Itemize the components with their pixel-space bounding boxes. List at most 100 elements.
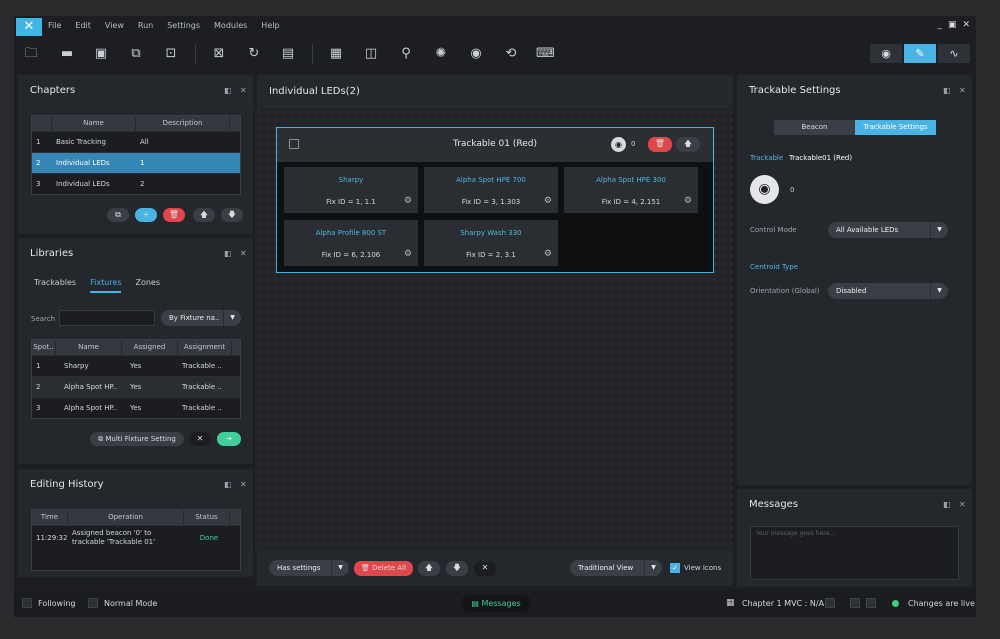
normal-mode-checkbox[interactable] [88, 598, 98, 608]
reset-icon[interactable]: ↻ [245, 45, 263, 63]
undock-icon[interactable]: ◧ [943, 500, 951, 509]
move-up-icon[interactable]: 🡅 [676, 137, 700, 152]
status-toggle[interactable] [850, 598, 860, 608]
tab-fixtures[interactable]: Fixtures [90, 278, 122, 293]
search-input[interactable] [59, 310, 155, 326]
tracking-settings-icon[interactable]: ✺ [432, 45, 450, 63]
view-mode-eye-icon[interactable]: ◉ [870, 44, 902, 63]
wireless-icon[interactable]: ◉ [467, 45, 485, 63]
beacon-file-icon[interactable]: ▤ [279, 45, 297, 63]
move-up-icon[interactable]: 🡅 [193, 208, 215, 222]
minimize-button[interactable]: _ [937, 20, 942, 30]
close-panel-icon[interactable]: ✕ [959, 86, 966, 95]
view-dropdown[interactable]: Traditional View ▼ [570, 560, 662, 576]
canvas-area[interactable]: Trackable 01 (Red) ◉ 0 🗑 🡅 Sharpy Fix ID… [255, 108, 733, 551]
menu-settings[interactable]: Settings [167, 21, 200, 30]
add-chapter-icon[interactable]: + [135, 208, 157, 222]
menu-help[interactable]: Help [261, 21, 279, 30]
fixture-card[interactable]: Sharpy Wash 330 Fix ID = 2, 3.1 ⚙ [424, 220, 558, 266]
apply-arrow-icon[interactable]: ➜ [217, 432, 241, 446]
clear-icon[interactable]: ✕ [474, 561, 496, 576]
edit-mode-pencil-icon[interactable]: ✎ [904, 44, 936, 63]
close-panel-icon[interactable]: ✕ [240, 480, 247, 489]
column-name[interactable]: Name [52, 116, 136, 131]
gear-icon[interactable]: ⚙ [684, 196, 692, 206]
table-row[interactable]: 11:29:32 Assigned beacon '0' to trackabl… [32, 525, 240, 549]
layers-icon[interactable]: ◫ [362, 45, 380, 63]
move-up-icon[interactable]: 🡅 [418, 561, 440, 576]
column-description[interactable]: Description [136, 116, 230, 131]
tab-beacon[interactable]: Beacon [774, 120, 855, 135]
close-project-icon[interactable]: ⊠ [210, 45, 228, 63]
app-logo-icon[interactable]: ✕ [16, 18, 42, 36]
move-down-icon[interactable]: 🡇 [221, 208, 243, 222]
sync-icon[interactable]: ⟲ [502, 45, 520, 63]
delete-chapter-icon[interactable]: 🗑 [163, 208, 185, 222]
status-toggle[interactable] [866, 598, 876, 608]
sort-dropdown[interactable]: By Fixture na.. ▼ [161, 310, 241, 326]
column-name[interactable]: Name [56, 340, 122, 355]
gear-icon[interactable]: ⚙ [404, 196, 412, 206]
table-row[interactable]: 2 Alpha Spot HP.. Yes Trackable .. [32, 376, 240, 397]
undock-icon[interactable]: ◧ [224, 86, 232, 95]
table-row[interactable]: 1 Basic Tracking All [32, 131, 240, 152]
undock-icon[interactable]: ◧ [224, 249, 232, 258]
maximize-button[interactable]: ▣ [948, 20, 957, 30]
menu-run[interactable]: Run [138, 21, 153, 30]
message-input[interactable]: Your message goes here... [750, 526, 959, 580]
tab-zones[interactable]: Zones [135, 278, 160, 293]
column-status[interactable]: Status [184, 510, 230, 525]
menu-view[interactable]: View [105, 21, 124, 30]
undock-icon[interactable]: ◧ [224, 480, 232, 489]
messages-button[interactable]: ▤ Messages [461, 595, 531, 612]
control-mode-dropdown[interactable]: All Available LEDs ▼ [828, 222, 948, 238]
close-panel-icon[interactable]: ✕ [959, 500, 966, 509]
column-assigned[interactable]: Assigned [122, 340, 178, 355]
status-toggle[interactable] [825, 598, 835, 608]
menu-edit[interactable]: Edit [75, 21, 91, 30]
open-folder-icon[interactable]: ▬ [58, 45, 76, 63]
move-down-icon[interactable]: 🡇 [446, 561, 468, 576]
delete-trackable-icon[interactable]: 🗑 [648, 137, 672, 152]
trackable-card[interactable]: Trackable 01 (Red) ◉ 0 🗑 🡅 Sharpy Fix ID… [276, 127, 714, 273]
column-assignment[interactable]: Assignment [178, 340, 232, 355]
grid-icon[interactable]: ▦ [327, 45, 345, 63]
tab-trackable-settings[interactable]: Trackable Settings [855, 120, 936, 135]
following-checkbox[interactable] [22, 598, 32, 608]
export-icon[interactable]: ⊡ [162, 45, 180, 63]
orientation-dropdown[interactable]: Disabled ▼ [828, 283, 948, 299]
save-icon[interactable]: ▣ [92, 45, 110, 63]
console-icon[interactable]: ⌨ [536, 45, 555, 63]
table-row[interactable]: 1 Sharpy Yes Trackable .. [32, 355, 240, 376]
gear-icon[interactable]: ⚙ [404, 249, 412, 259]
close-panel-icon[interactable]: ✕ [240, 249, 247, 258]
table-row[interactable]: 3 Alpha Spot HP.. Yes Trackable .. [32, 397, 240, 418]
table-row[interactable]: 3 Individual LEDs 2 [32, 173, 240, 194]
fixture-card[interactable]: Alpha Profile 800 ST Fix ID = 6, 2.106 ⚙ [284, 220, 418, 266]
column-time[interactable]: Time [32, 510, 68, 525]
column-operation[interactable]: Operation [68, 510, 184, 525]
fixture-card[interactable]: Sharpy Fix ID = 1, 1.1 ⚙ [284, 167, 418, 213]
save-as-icon[interactable]: ⧉ [127, 45, 145, 63]
duplicate-chapter-icon[interactable]: ⧉ [107, 208, 129, 222]
view-icons-checkbox[interactable]: ✓ [670, 563, 680, 573]
gear-icon[interactable]: ⚙ [544, 249, 552, 259]
new-folder-icon[interactable]: 🗀 [22, 45, 40, 63]
close-window-button[interactable]: ✕ [962, 20, 970, 30]
table-row-selected[interactable]: 2 Individual LEDs 1 [32, 152, 240, 173]
fixture-settings-icon[interactable]: ⚲ [397, 45, 415, 63]
undock-icon[interactable]: ◧ [943, 86, 951, 95]
column-spot[interactable]: Spot.. [32, 340, 56, 355]
cancel-icon[interactable]: ✕ [189, 432, 211, 446]
menu-file[interactable]: File [48, 21, 61, 30]
fixture-card[interactable]: Alpha Spot HPE 300 Fix ID = 4, 2.151 ⚙ [564, 167, 698, 213]
wave-mode-icon[interactable]: ∿ [938, 44, 970, 63]
filter-dropdown[interactable]: Has settings ▼ [269, 560, 349, 576]
multi-fixture-setting-button[interactable]: ⧉ Multi Fixture Setting [90, 432, 184, 446]
fixture-card[interactable]: Alpha Spot HPE 700 Fix ID = 3, 1.303 ⚙ [424, 167, 558, 213]
tab-trackables[interactable]: Trackables [34, 278, 76, 293]
gear-icon[interactable]: ⚙ [544, 196, 552, 206]
menu-modules[interactable]: Modules [214, 21, 247, 30]
delete-all-button[interactable]: 🗑 Delete All [354, 561, 413, 576]
close-panel-icon[interactable]: ✕ [240, 86, 247, 95]
